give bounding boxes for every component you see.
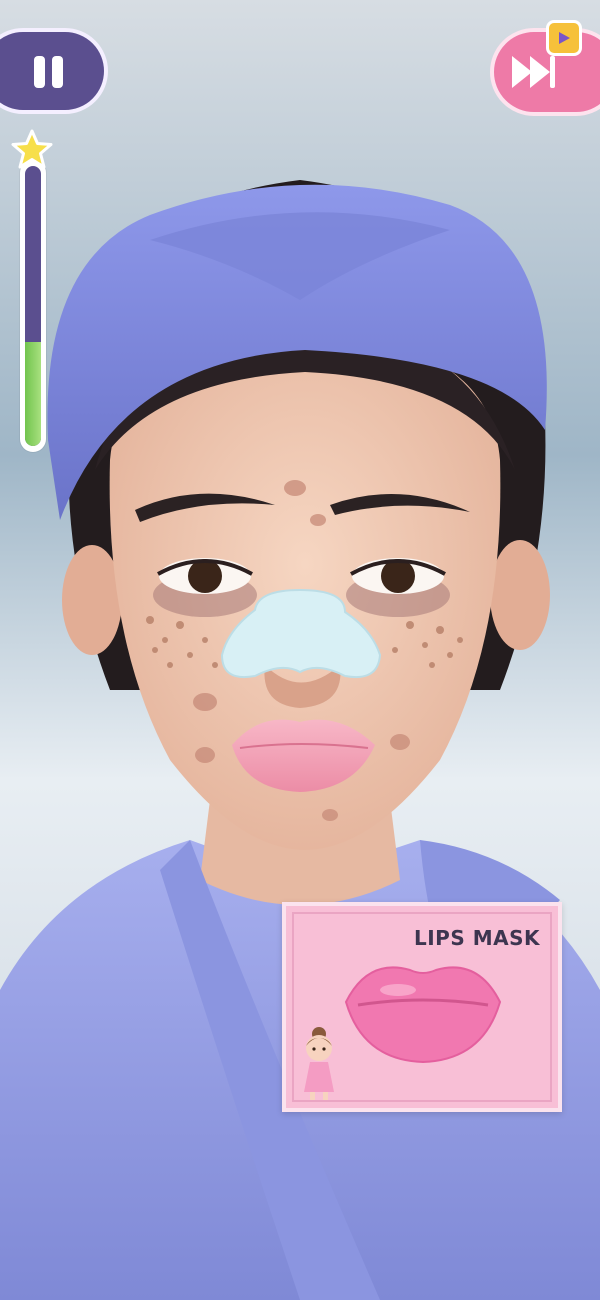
lips-mask-card[interactable]: LIPS MASK	[282, 902, 562, 1112]
lips-mask-icon	[344, 966, 502, 1064]
iris-left	[188, 559, 222, 593]
iris-right	[381, 559, 415, 593]
mascot-girl-icon	[304, 1027, 334, 1100]
progress-meter	[20, 160, 46, 452]
fast-forward-button[interactable]	[490, 28, 600, 116]
progress-fill	[25, 342, 41, 446]
pause-button[interactable]	[0, 28, 108, 114]
ear-left	[62, 545, 122, 655]
video-ad-icon	[559, 32, 570, 44]
video-ad-badge[interactable]	[546, 20, 582, 56]
item-title: LIPS MASK	[414, 926, 540, 950]
ear-right	[490, 540, 550, 650]
star-icon	[11, 129, 53, 169]
